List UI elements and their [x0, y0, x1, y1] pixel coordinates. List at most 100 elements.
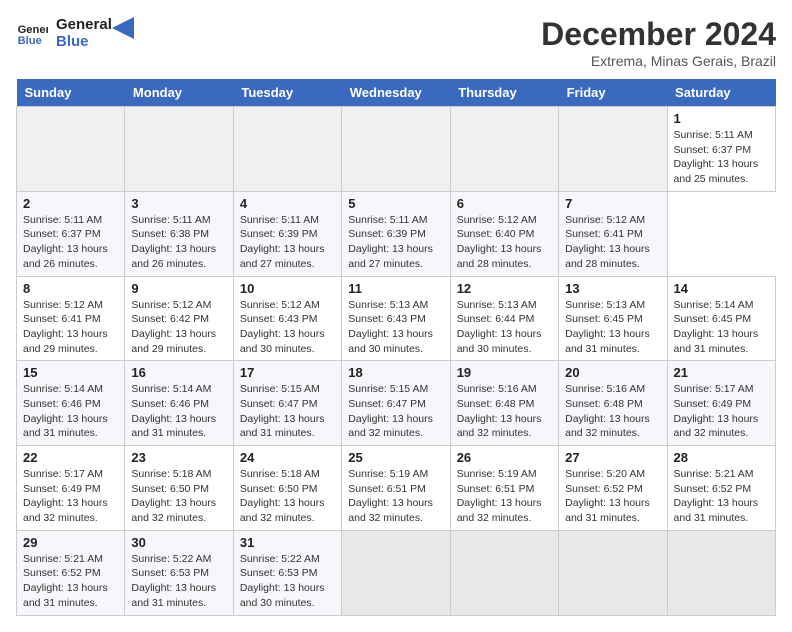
day-cell: 7 Sunrise: 5:12 AMSunset: 6:41 PMDaylight…: [559, 191, 667, 276]
day-cell: 14 Sunrise: 5:14 AMSunset: 6:45 PMDayligh…: [667, 276, 775, 361]
calendar-header-row: Sunday Monday Tuesday Wednesday Thursday…: [17, 79, 776, 107]
day-cell: 15 Sunrise: 5:14 AMSunset: 6:46 PMDayligh…: [17, 361, 125, 446]
day-number: 7: [565, 196, 660, 211]
day-cell: 18Sunrise: 5:15 AMSunset: 6:47 PMDayligh…: [342, 361, 450, 446]
day-info: Sunrise: 5:13 AMSunset: 6:44 PMDaylight:…: [457, 298, 552, 357]
header-thursday: Thursday: [450, 79, 558, 107]
day-cell: [450, 530, 558, 615]
calendar-table: Sunday Monday Tuesday Wednesday Thursday…: [16, 79, 776, 616]
day-cell: [342, 530, 450, 615]
day-cell: 5Sunrise: 5:11 AMSunset: 6:39 PMDaylight…: [342, 191, 450, 276]
day-info: Sunrise: 5:22 AMSunset: 6:53 PMDaylight:…: [240, 552, 335, 611]
day-cell: 12Sunrise: 5:13 AMSunset: 6:44 PMDayligh…: [450, 276, 558, 361]
day-cell: 28 Sunrise: 5:21 AMSunset: 6:52 PMDayligh…: [667, 446, 775, 531]
day-info: Sunrise: 5:16 AMSunset: 6:48 PMDaylight:…: [457, 382, 552, 441]
day-number: 22: [23, 450, 118, 465]
week-row-6: 29 Sunrise: 5:21 AMSunset: 6:52 PMDayligh…: [17, 530, 776, 615]
day-number: 19: [457, 365, 552, 380]
day-number: 18: [348, 365, 443, 380]
day-info: Sunrise: 5:12 AMSunset: 6:43 PMDaylight:…: [240, 298, 335, 357]
day-info: Sunrise: 5:21 AMSunset: 6:52 PMDaylight:…: [674, 467, 769, 526]
day-cell: [667, 530, 775, 615]
day-number: 13: [565, 281, 660, 296]
day-info: Sunrise: 5:12 AMSunset: 6:40 PMDaylight:…: [457, 213, 552, 272]
empty-cell: [450, 107, 558, 192]
day-info: Sunrise: 5:12 AMSunset: 6:41 PMDaylight:…: [565, 213, 660, 272]
day-cell: 10 Sunrise: 5:12 AMSunset: 6:43 PMDayligh…: [233, 276, 341, 361]
logo-arrow-icon: [112, 17, 134, 39]
day-cell: 25 Sunrise: 5:19 AMSunset: 6:51 PMDayligh…: [342, 446, 450, 531]
header-tuesday: Tuesday: [233, 79, 341, 107]
day-cell: 13Sunrise: 5:13 AMSunset: 6:45 PMDayligh…: [559, 276, 667, 361]
day-info: Sunrise: 5:15 AMSunset: 6:47 PMDaylight:…: [240, 382, 335, 441]
day-number: 1: [674, 111, 769, 126]
day-info: Sunrise: 5:18 AMSunset: 6:50 PMDaylight:…: [240, 467, 335, 526]
day-number: 5: [348, 196, 443, 211]
day-number: 16: [131, 365, 226, 380]
day-cell: 21 Sunrise: 5:17 AMSunset: 6:49 PMDayligh…: [667, 361, 775, 446]
day-info: Sunrise: 5:17 AMSunset: 6:49 PMDaylight:…: [674, 382, 769, 441]
day-info: Sunrise: 5:21 AMSunset: 6:52 PMDaylight:…: [23, 552, 118, 611]
day-cell: 29 Sunrise: 5:21 AMSunset: 6:52 PMDayligh…: [17, 530, 125, 615]
day-number: 10: [240, 281, 335, 296]
logo-blue: Blue: [56, 33, 112, 50]
day-info: Sunrise: 5:12 AMSunset: 6:42 PMDaylight:…: [131, 298, 226, 357]
day-info: Sunrise: 5:18 AMSunset: 6:50 PMDaylight:…: [131, 467, 226, 526]
day-number: 14: [674, 281, 769, 296]
day-number: 4: [240, 196, 335, 211]
day-number: 24: [240, 450, 335, 465]
day-info: Sunrise: 5:11 AMSunset: 6:37 PMDaylight:…: [674, 128, 769, 187]
week-row-1: 1 Sunrise: 5:11 AMSunset: 6:37 PMDaylight…: [17, 107, 776, 192]
day-number: 31: [240, 535, 335, 550]
day-number: 29: [23, 535, 118, 550]
day-cell: 4 Sunrise: 5:11 AMSunset: 6:39 PMDaylight…: [233, 191, 341, 276]
day-cell: 11Sunrise: 5:13 AMSunset: 6:43 PMDayligh…: [342, 276, 450, 361]
svg-text:Blue: Blue: [18, 35, 42, 47]
day-number: 17: [240, 365, 335, 380]
empty-cell: [233, 107, 341, 192]
day-number: 21: [674, 365, 769, 380]
day-number: 11: [348, 281, 443, 296]
day-number: 30: [131, 535, 226, 550]
week-row-4: 15 Sunrise: 5:14 AMSunset: 6:46 PMDayligh…: [17, 361, 776, 446]
day-info: Sunrise: 5:17 AMSunset: 6:49 PMDaylight:…: [23, 467, 118, 526]
day-cell: 2Sunrise: 5:11 AMSunset: 6:37 PMDaylight…: [17, 191, 125, 276]
day-cell: 19 Sunrise: 5:16 AMSunset: 6:48 PMDayligh…: [450, 361, 558, 446]
day-info: Sunrise: 5:12 AMSunset: 6:41 PMDaylight:…: [23, 298, 118, 357]
day-info: Sunrise: 5:14 AMSunset: 6:46 PMDaylight:…: [23, 382, 118, 441]
day-number: 25: [348, 450, 443, 465]
day-info: Sunrise: 5:16 AMSunset: 6:48 PMDaylight:…: [565, 382, 660, 441]
day-cell: 24 Sunrise: 5:18 AMSunset: 6:50 PMDayligh…: [233, 446, 341, 531]
title-section: December 2024 Extrema, Minas Gerais, Bra…: [541, 16, 776, 69]
day-cell: 31 Sunrise: 5:22 AMSunset: 6:53 PMDayligh…: [233, 530, 341, 615]
day-info: Sunrise: 5:11 AMSunset: 6:39 PMDaylight:…: [240, 213, 335, 272]
day-number: 15: [23, 365, 118, 380]
day-number: 28: [674, 450, 769, 465]
day-cell: 3Sunrise: 5:11 AMSunset: 6:38 PMDaylight…: [125, 191, 233, 276]
day-info: Sunrise: 5:14 AMSunset: 6:45 PMDaylight:…: [674, 298, 769, 357]
day-number: 6: [457, 196, 552, 211]
empty-cell: [125, 107, 233, 192]
day-number: 3: [131, 196, 226, 211]
day-cell: 27 Sunrise: 5:20 AMSunset: 6:52 PMDayligh…: [559, 446, 667, 531]
month-title: December 2024: [541, 16, 776, 53]
day-info: Sunrise: 5:19 AMSunset: 6:51 PMDaylight:…: [348, 467, 443, 526]
header-friday: Friday: [559, 79, 667, 107]
day-cell: 9Sunrise: 5:12 AMSunset: 6:42 PMDaylight…: [125, 276, 233, 361]
day-cell: 30 Sunrise: 5:22 AMSunset: 6:53 PMDayligh…: [125, 530, 233, 615]
svg-text:General: General: [18, 24, 48, 36]
day-cell: 1 Sunrise: 5:11 AMSunset: 6:37 PMDaylight…: [667, 107, 775, 192]
day-info: Sunrise: 5:19 AMSunset: 6:51 PMDaylight:…: [457, 467, 552, 526]
week-row-3: 8Sunrise: 5:12 AMSunset: 6:41 PMDaylight…: [17, 276, 776, 361]
day-info: Sunrise: 5:20 AMSunset: 6:52 PMDaylight:…: [565, 467, 660, 526]
day-cell: 17 Sunrise: 5:15 AMSunset: 6:47 PMDayligh…: [233, 361, 341, 446]
day-number: 23: [131, 450, 226, 465]
day-cell: 22 Sunrise: 5:17 AMSunset: 6:49 PMDayligh…: [17, 446, 125, 531]
day-info: Sunrise: 5:22 AMSunset: 6:53 PMDaylight:…: [131, 552, 226, 611]
day-cell: 23 Sunrise: 5:18 AMSunset: 6:50 PMDayligh…: [125, 446, 233, 531]
empty-cell: [559, 107, 667, 192]
header-monday: Monday: [125, 79, 233, 107]
day-cell: 8Sunrise: 5:12 AMSunset: 6:41 PMDaylight…: [17, 276, 125, 361]
logo-icon: General Blue: [16, 17, 48, 49]
day-number: 27: [565, 450, 660, 465]
